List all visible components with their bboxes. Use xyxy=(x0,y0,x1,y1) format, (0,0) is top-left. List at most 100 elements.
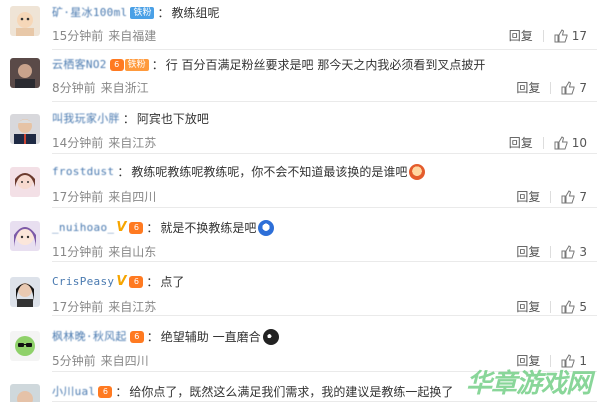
comment-meta: 14分钟前 来自江苏 xyxy=(52,134,156,151)
comment-text: 教练组呢 xyxy=(171,6,220,20)
username-link[interactable]: 枫林晚·秋风起 xyxy=(52,329,127,345)
username-link[interactable]: 叫我玩家小胖 xyxy=(52,111,120,127)
verified-v-icon: V xyxy=(116,274,127,289)
reply-button[interactable]: 回复 xyxy=(516,298,540,315)
avatar-image-icon xyxy=(10,221,40,251)
comment-time: 8分钟前 xyxy=(52,81,96,95)
username-link[interactable]: CrisPeasy xyxy=(52,274,114,290)
comment-location: 来自四川 xyxy=(108,190,157,204)
comment-actions: 回复 7 xyxy=(516,79,587,96)
colon: ： xyxy=(151,58,164,72)
divider xyxy=(542,29,544,42)
username-link[interactable]: frostdust xyxy=(52,164,114,180)
comment-item: frostdust ： 教练呢教练呢教练呢，你不会不知道最该换的是谁吧 17分钟… xyxy=(0,154,597,208)
comment-text: 阿宾也下放吧 xyxy=(136,112,209,126)
level-badge: 6 xyxy=(109,59,124,71)
avatar[interactable] xyxy=(10,277,40,307)
avatar[interactable] xyxy=(10,221,40,251)
comment-text: 点了 xyxy=(160,275,185,289)
username-link[interactable]: 小川ual xyxy=(52,384,95,400)
divider xyxy=(550,81,552,94)
divider xyxy=(550,190,552,203)
comment-item: _nuihoao_ V 6 ： 就是不换教练是吧 11分钟前 来自山东 回复 3 xyxy=(0,208,597,262)
like-count: 5 xyxy=(579,299,587,314)
comment-meta: 17分钟前 来自江苏 xyxy=(52,298,156,315)
site-watermark: 华章游戏网 xyxy=(465,369,592,399)
avatar-image-icon xyxy=(10,114,40,144)
comment-item: 叫我玩家小胖 ： 阿宾也下放吧 14分钟前 来自江苏 回复 10 xyxy=(0,102,597,154)
verified-v-icon: V xyxy=(116,220,127,235)
avatar-image-icon xyxy=(10,167,40,197)
avatar[interactable] xyxy=(10,58,40,88)
avatar-image-icon xyxy=(10,331,40,361)
thumbs-up-icon[interactable] xyxy=(554,28,568,43)
reply-button[interactable]: 回复 xyxy=(516,188,540,205)
comment-item: CrisPeasy V 6 ： 点了 17分钟前 来自江苏 回复 5 xyxy=(0,262,597,316)
comment-meta: 17分钟前 来自四川 xyxy=(52,188,156,205)
comment-time: 17分钟前 xyxy=(52,190,104,204)
divider xyxy=(550,245,552,258)
avatar[interactable] xyxy=(10,6,40,36)
thumbs-up-icon[interactable] xyxy=(561,299,575,314)
colon: ： xyxy=(146,221,159,235)
colon: ： xyxy=(117,165,130,179)
comment-actions: 回复 5 xyxy=(516,298,587,315)
comment-time: 11分钟前 xyxy=(52,245,104,259)
avatar-image-icon xyxy=(10,6,40,36)
colon: ： xyxy=(122,112,135,126)
avatar-image-icon xyxy=(10,277,40,307)
comment-time: 15分钟前 xyxy=(52,29,104,43)
username-link[interactable]: _nuihoao_ xyxy=(52,220,114,236)
avatar[interactable] xyxy=(10,114,40,144)
comment-text: 给你点了，既然这么满足我们需求，我的建议是教练一起换了 xyxy=(129,385,454,399)
level-badge: 6 xyxy=(129,222,144,234)
comment-actions: 回复 7 xyxy=(516,188,587,205)
comment-actions: 回复 17 xyxy=(509,27,587,44)
comment-location: 来自福建 xyxy=(108,29,157,43)
reply-button[interactable]: 回复 xyxy=(516,243,540,260)
comment-item: 云栖客NO2 6 铁粉 ： 行 百分百满足粉丝要求是吧 那今天之内我必须看到叉点… xyxy=(0,50,597,102)
level-badge: 6 xyxy=(129,276,144,288)
colon: ： xyxy=(157,6,170,20)
comment-time: 5分钟前 xyxy=(52,354,96,368)
colon: ： xyxy=(146,275,159,289)
thumbs-up-icon[interactable] xyxy=(561,189,575,204)
avatar[interactable] xyxy=(10,384,40,402)
reply-button[interactable]: 回复 xyxy=(516,79,540,96)
username-link[interactable]: 云栖客NO2 xyxy=(52,57,107,73)
comment-location: 来自四川 xyxy=(100,354,149,368)
like-count: 7 xyxy=(579,189,587,204)
comment-meta: 15分钟前 来自福建 xyxy=(52,27,156,44)
colon: ： xyxy=(115,385,128,399)
thumbs-up-icon[interactable] xyxy=(561,244,575,259)
like-count: 7 xyxy=(579,80,587,95)
level-badge: 6 xyxy=(129,331,144,343)
thumbs-up-icon[interactable] xyxy=(561,80,575,95)
comment-actions: 回复 3 xyxy=(516,243,587,260)
fan-badge: 铁粉 xyxy=(124,59,149,71)
avatar[interactable] xyxy=(10,167,40,197)
comment-location: 来自江苏 xyxy=(108,136,157,150)
reply-button[interactable]: 回复 xyxy=(509,27,533,44)
comment-text: 行 百分百满足粉丝要求是吧 那今天之内我必须看到叉点披开 xyxy=(165,58,486,72)
comment-meta: 8分钟前 来自浙江 xyxy=(52,79,149,96)
comment-text: 教练呢教练呢教练呢，你不会不知道最该换的是谁吧 xyxy=(131,165,408,179)
emoji-icon xyxy=(262,329,279,345)
thumbs-up-icon[interactable] xyxy=(554,135,568,150)
emoji-icon xyxy=(258,220,275,236)
like-count: 17 xyxy=(571,28,587,43)
comment-time: 17分钟前 xyxy=(52,300,104,314)
avatar-image-icon xyxy=(10,384,40,402)
avatar[interactable] xyxy=(10,331,40,361)
colon: ： xyxy=(146,330,159,344)
divider xyxy=(550,300,552,313)
reply-button[interactable]: 回复 xyxy=(509,134,533,151)
comment-meta: 5分钟前 来自四川 xyxy=(52,352,149,369)
avatar-image-icon xyxy=(10,58,40,88)
divider xyxy=(542,136,544,149)
comment-item: 矿·星冰100ml 铁粉 ： 教练组呢 15分钟前 来自福建 回复 17 xyxy=(0,0,597,50)
comment-actions: 回复 10 xyxy=(509,134,587,151)
fan-badge: 铁粉 xyxy=(130,7,155,19)
username-link[interactable]: 矿·星冰100ml xyxy=(52,5,127,21)
like-count: 3 xyxy=(579,244,587,259)
